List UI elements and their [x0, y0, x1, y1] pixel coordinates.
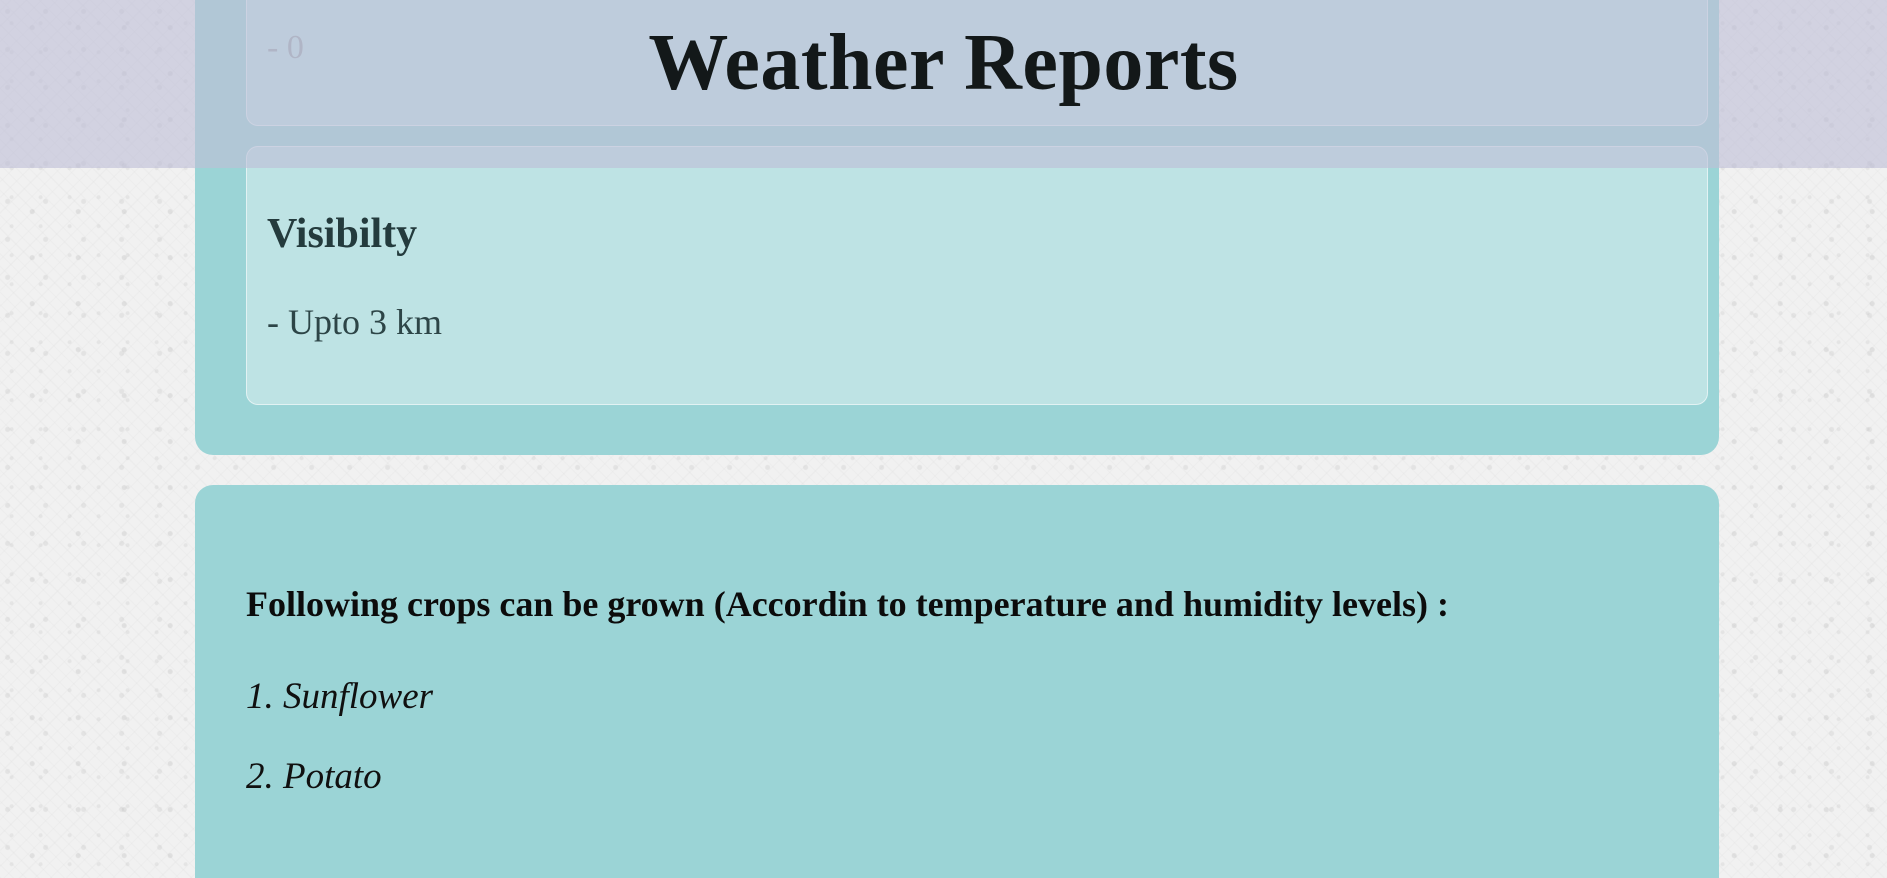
crops-heading: Following crops can be grown (Accordin t… [246, 584, 1449, 624]
crop-item-potato: 2. Potato [246, 756, 382, 797]
crop-item-sunflower: 1. Sunflower [246, 676, 434, 717]
visibility-card: Visibilty - Upto 3 km [246, 146, 1708, 405]
crops-list: 1. Sunflower 2. Potato [246, 675, 433, 835]
visibility-heading: Visibilty [267, 211, 418, 257]
page-title: Weather Reports [648, 19, 1239, 107]
crops-card: Following crops can be grown (Accordin t… [195, 485, 1719, 878]
visibility-value: - Upto 3 km [267, 302, 442, 342]
